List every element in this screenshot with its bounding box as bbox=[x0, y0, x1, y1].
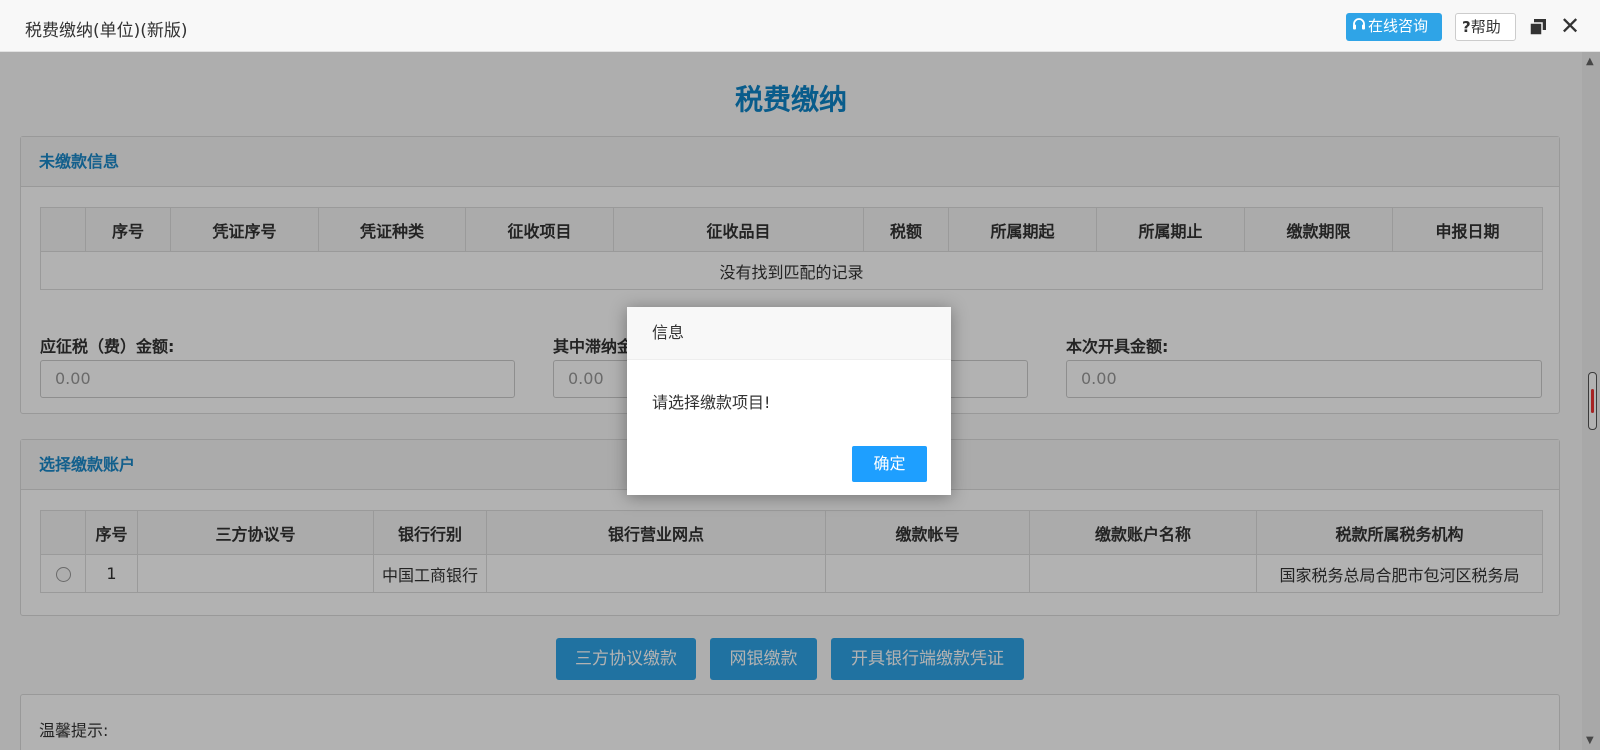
window-title: 税费缴纳(单位)(新版) bbox=[25, 21, 188, 41]
online-consult-label: 在线咨询 bbox=[1368, 17, 1429, 35]
help-button[interactable]: ?帮助 bbox=[1455, 13, 1516, 41]
close-icon[interactable]: ✕ bbox=[1560, 12, 1580, 40]
dialog-message: 请选择缴款项目! bbox=[652, 393, 771, 412]
info-dialog: 信息 请选择缴款项目! 确定 bbox=[627, 307, 951, 495]
confirm-button[interactable]: 确定 bbox=[852, 446, 927, 482]
restore-icon[interactable] bbox=[1528, 17, 1548, 37]
online-consult-button[interactable]: 在线咨询 bbox=[1346, 13, 1442, 41]
question-icon: ? bbox=[1462, 18, 1471, 36]
help-label: 帮助 bbox=[1470, 18, 1501, 36]
headset-icon bbox=[1350, 13, 1368, 39]
dialog-title: 信息 bbox=[627, 307, 951, 360]
window-titlebar: 税费缴纳(单位)(新版) 在线咨询 ?帮助 ✕ bbox=[0, 0, 1600, 52]
